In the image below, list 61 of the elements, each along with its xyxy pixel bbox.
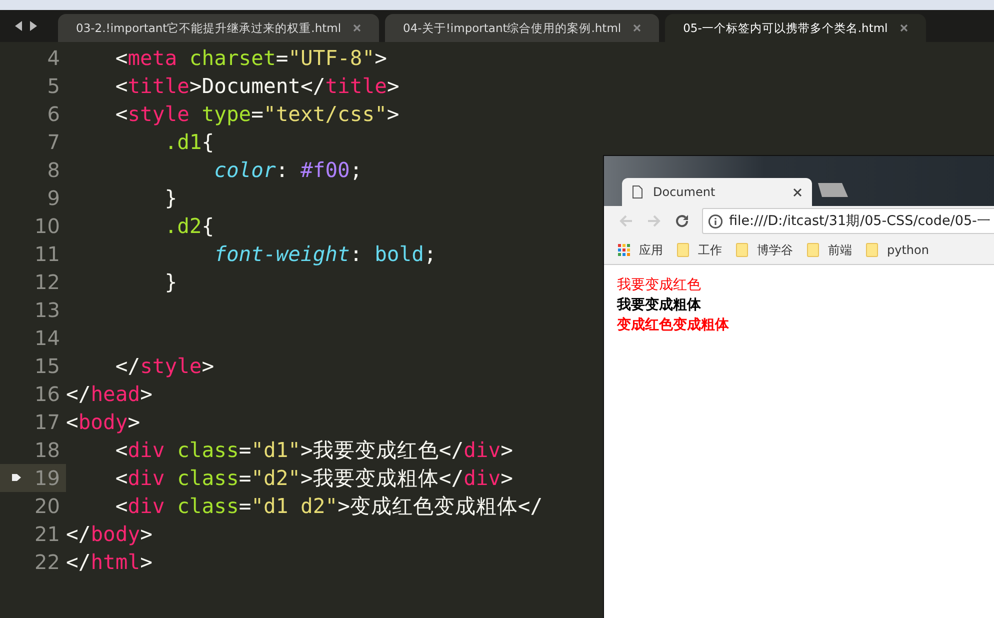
bookmark-item[interactable]: 应用 [618, 242, 663, 258]
folder-icon [866, 243, 878, 257]
code-line: </head> [66, 382, 152, 406]
reload-icon[interactable] [674, 213, 690, 229]
line-number: 19 [0, 464, 66, 492]
line-number: 18 [34, 437, 61, 464]
bookmark-icon [12, 473, 21, 482]
apps-grid-icon [618, 244, 630, 256]
line-number: 8 [46, 157, 61, 184]
bookmark-item[interactable]: 工作 [677, 242, 722, 258]
close-icon[interactable] [793, 188, 802, 196]
bookmark-item[interactable]: 博学谷 [736, 242, 793, 258]
line-number: 4 [46, 45, 61, 72]
new-tab-button[interactable] [816, 182, 850, 198]
line-number: 12 [34, 269, 61, 296]
code-line: <meta charset="UTF-8"> [114, 46, 387, 70]
code-line: <div class="d1 d2">变成红色变成粗体</ [114, 493, 543, 520]
code-line: <style type="text/css"> [114, 102, 400, 126]
line-number: 11 [34, 241, 61, 268]
line-number: 16 [34, 381, 61, 408]
line-number: 22 [34, 549, 61, 576]
code-line: .d2{ [164, 214, 214, 238]
code-line: .d1{ [164, 130, 214, 154]
page-text: 我要变成粗体 [617, 296, 702, 315]
line-number: 9 [46, 185, 61, 212]
browser-tab[interactable]: Document [622, 178, 812, 206]
code-line: <title>Document</title> [114, 74, 400, 98]
line-number: 21 [34, 521, 61, 548]
page-text: 变成红色变成粗体 [617, 316, 730, 335]
document-icon [632, 185, 643, 199]
folder-icon [677, 243, 689, 257]
info-icon[interactable] [708, 214, 723, 228]
bookmark-item[interactable]: 前端 [807, 242, 852, 258]
address-field[interactable]: file:///D:/itcast/31期/05-CSS/code/05-一 [702, 208, 994, 234]
file-tab[interactable]: 04-关于!important综合使用的案例.html [385, 14, 660, 42]
code-line: <div class="d2">我要变成粗体</div> [114, 465, 513, 492]
line-number: 20 [34, 493, 61, 520]
code-line: font-weight: bold; [213, 242, 436, 266]
line-number: 5 [46, 73, 61, 100]
code-line: color: #f00; [213, 158, 362, 182]
code-line: </html> [66, 550, 152, 574]
code-line: <div class="d1">我要变成红色</div> [114, 437, 513, 464]
file-tab[interactable]: 05-一个标签内可以携带多个类名.html [665, 14, 926, 42]
page-text: 我要变成红色 [617, 276, 702, 295]
code-line: } [164, 270, 178, 294]
line-number: 17 [34, 409, 61, 436]
file-tab[interactable]: 03-2.!important它不能提升继承过来的权重.html [58, 14, 380, 42]
code-line: <body> [66, 410, 140, 434]
bookmark-item[interactable]: python [866, 243, 929, 257]
folder-icon [736, 243, 748, 257]
line-number: 13 [34, 297, 61, 324]
line-number: 15 [34, 353, 61, 380]
folder-icon [807, 243, 819, 257]
code-line: </style> [114, 354, 214, 378]
code-line: </body> [66, 522, 152, 546]
line-number: 6 [46, 101, 61, 128]
line-number: 10 [34, 213, 61, 240]
line-number: 14 [34, 325, 61, 352]
code-line: } [164, 186, 178, 210]
line-number: 7 [46, 129, 61, 156]
close-icon[interactable] [900, 24, 908, 32]
